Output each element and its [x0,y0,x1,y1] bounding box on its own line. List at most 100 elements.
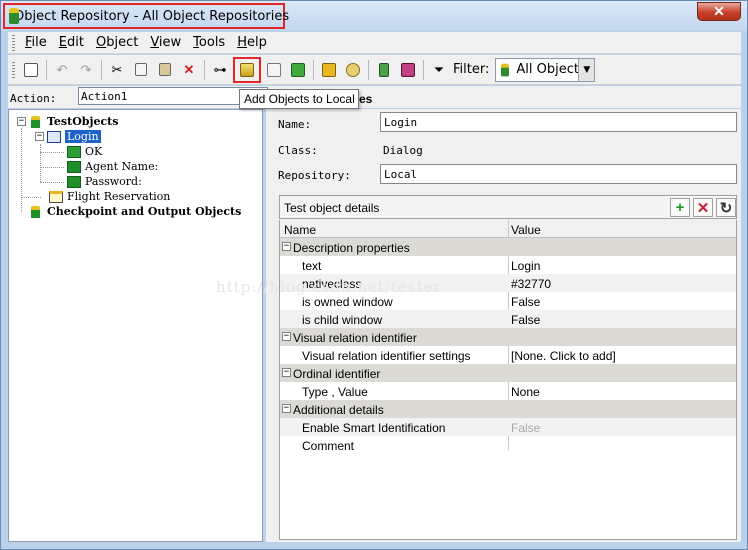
export-button[interactable] [20,59,42,81]
delete-button[interactable]: ✕ [178,59,200,81]
toolbar-separator [101,59,102,80]
menu-help[interactable]: Help [231,35,273,50]
toolbar-separator [368,59,369,80]
paste-icon [159,63,171,76]
toolbar-separator [46,59,47,80]
property-row[interactable]: text Login [280,256,736,274]
tree-connector [40,152,64,153]
edit-field-icon [67,160,81,173]
tree-label: Agent Name: [85,160,159,173]
export-objects-button[interactable] [263,59,285,81]
property-row[interactable]: Visual relation identifier settings [None… [280,346,736,364]
title-highlight: Object Repository - All Object Repositor… [3,3,289,29]
tree-node-ok[interactable]: OK [67,144,102,159]
object-spy-button[interactable] [287,59,309,81]
repository-field: Local [380,164,737,184]
tree-node-agent-name[interactable]: Agent Name: [67,159,158,174]
repository-icon [29,205,43,218]
refresh-button[interactable]: ↻ [716,198,736,217]
menu-object[interactable]: Object [90,35,144,50]
tree-connector [40,167,64,168]
tree-node-checkpoints[interactable]: Checkpoint and Output Objects [29,204,241,219]
menu-file[interactable]: File [19,35,53,50]
category-row[interactable]: − Ordinal identifier [280,364,736,382]
property-row[interactable]: Enable Smart Identification False [280,418,736,436]
filter-select[interactable]: All Object ▼ [495,57,596,82]
undo-button[interactable]: ↶ [51,59,73,81]
tree-node-password[interactable]: Password: [67,174,142,189]
toolbar: ↶ ↷ ✂ ✕ ⊶ ⏷ Filter: All Object ▼ [8,55,741,85]
filter-icon: ⏷ [433,61,445,77]
button-object-icon [67,145,81,158]
window-icon [49,190,63,203]
column-header-name[interactable]: Name [284,223,316,237]
object-tree: − TestObjects − Login OK Agent Name: Pas… [8,109,263,542]
class-label: Class: [278,144,318,157]
category-row[interactable]: − Visual relation identifier [280,328,736,346]
dialog-icon [47,130,61,143]
toolbar-separator [204,59,205,80]
action-row: Action: Action1 [8,86,741,108]
cut-button[interactable]: ✂ [106,59,128,81]
menu-tools[interactable]: Tools [187,35,231,50]
window-title: Object Repository - All Object Repositor… [14,8,290,24]
export-objects-icon [267,62,281,77]
category-row[interactable]: − Description properties [280,238,736,256]
object-spy-icon [291,62,305,77]
collapse-icon[interactable]: − [282,242,291,251]
copy-icon [135,63,147,76]
test-object-details-header: Test object details + ✕ ↻ [279,195,737,219]
menu-edit[interactable]: Edit [53,35,90,50]
associate-button[interactable] [397,59,419,81]
toolbar-separator [423,59,424,80]
chevron-down-icon[interactable]: ▼ [578,58,595,81]
action-label: Action: [10,92,57,105]
tree-connector [40,182,64,183]
tree-node-testobjects[interactable]: − TestObjects [17,114,118,129]
repository-small-icon [501,63,510,76]
object-repository-window: Object Repository - All Object Repositor… [0,0,748,550]
category-row[interactable]: − Additional details [280,400,736,418]
collapse-icon[interactable]: − [17,117,26,126]
redo-button[interactable]: ↷ [75,59,97,81]
repository-icon [29,115,43,128]
column-header-value[interactable]: Value [511,223,541,237]
scissors-icon: ✂ [111,61,123,77]
watermark: http://blog.csdn.net/tester [216,278,442,296]
locate-button[interactable] [342,59,364,81]
properties-header-partial: es [359,92,373,106]
collapse-icon[interactable]: − [35,132,44,141]
tree-connector [40,144,41,182]
edit-field-icon [67,175,81,188]
highlight-button[interactable] [318,59,340,81]
collapse-icon[interactable]: − [282,368,291,377]
menubar-grip[interactable] [12,34,15,51]
find-button[interactable]: ⊶ [209,59,231,81]
highlight-icon [322,62,336,77]
menu-view[interactable]: View [144,35,187,50]
add-property-button[interactable]: + [670,198,690,217]
collapse-icon[interactable]: − [282,332,291,341]
name-field[interactable]: Login [380,112,737,132]
toolbar-separator [313,59,314,80]
remove-property-button[interactable]: ✕ [693,198,713,217]
name-label: Name: [278,118,312,131]
property-row[interactable]: Type , Value None [280,382,736,400]
property-row[interactable]: Comment [280,436,736,454]
close-button[interactable]: ✕ [697,2,741,21]
add-objects-to-local-button[interactable] [233,56,261,83]
menu-bar: File Edit Object View Tools Help [8,32,741,54]
checkpoint-button[interactable] [373,59,395,81]
property-row[interactable]: is child window False [280,310,736,328]
toolbar-grip[interactable] [12,61,15,78]
locate-icon [346,62,360,77]
tree-node-login[interactable]: − Login [35,129,101,144]
collapse-icon[interactable]: − [282,404,291,413]
tree-node-flight-reservation[interactable]: Flight Reservation [49,189,170,204]
tooltip: Add Objects to Local [239,89,359,109]
repository-label: Repository: [278,169,351,182]
redo-icon: ↷ [80,61,92,77]
filter-value: All Object [516,62,579,77]
paste-button[interactable] [154,59,176,81]
copy-button[interactable] [130,59,152,81]
